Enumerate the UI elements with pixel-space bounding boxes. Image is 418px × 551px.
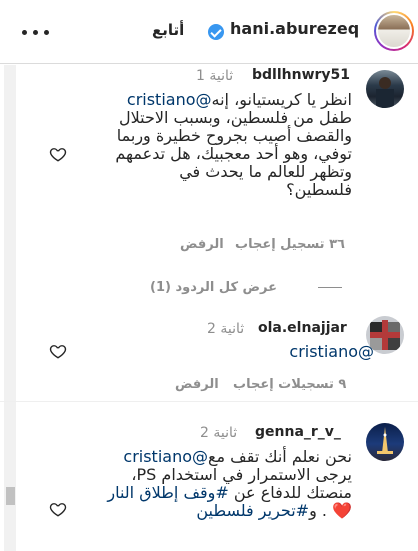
more-icon: [22, 30, 27, 35]
divider: [0, 401, 418, 402]
comment-line: يرجى الاستمرار في استخدام PS،: [131, 465, 352, 484]
comment-text: انظر يا كريستيانو، إنه@cristiano طفل من …: [52, 91, 352, 199]
header-avatar[interactable]: [374, 11, 414, 51]
follow-button[interactable]: أتابع: [152, 21, 184, 39]
comment-line: وتظهر للعالم ما يحدث في: [179, 162, 352, 181]
more-icon-dot: [44, 30, 49, 35]
comment-line: طفل من فلسطين، وبسبب الاحتلال: [118, 108, 352, 127]
reject-button[interactable]: الرفض: [175, 377, 219, 392]
comment-time[interactable]: 1 ثانية: [196, 68, 233, 84]
comment-time[interactable]: 2 ثانية: [207, 321, 244, 337]
like-heart-icon[interactable]: [49, 145, 67, 163]
comment-text-part: انظر يا كريستيانو، إنه: [211, 90, 353, 109]
comment-text-part: . و: [309, 501, 327, 520]
more-icon-dot: [33, 30, 38, 35]
comment-item: 2 ثانية ola.elnajjar @cristiano الرفض ٩ …: [0, 311, 418, 401]
heart-emoji: ❤️: [332, 501, 352, 520]
comment-text: @cristiano: [174, 343, 374, 361]
reject-button[interactable]: الرفض: [180, 237, 224, 252]
post-header: أتابع hani.aburezeq: [0, 0, 418, 64]
like-count[interactable]: ٩ تسجيلات إعجاب: [233, 377, 346, 392]
comment-item: 2 ثانية genna_r_v_ نحن نعلم أنك تقف مع@c…: [0, 414, 418, 551]
comment-text-part: نحن نعلم أنك تقف مع: [208, 447, 352, 466]
view-replies-button[interactable]: عرض كل الردود (1): [150, 280, 277, 295]
mention-link[interactable]: @cristiano: [127, 90, 212, 109]
comment-item: 1 ثانية bdllhnwry51 انظر يا كريستيانو، إ…: [0, 65, 418, 280]
avatar[interactable]: [366, 70, 404, 108]
comment-username[interactable]: bdllhnwry51: [252, 67, 350, 83]
header-username[interactable]: hani.aburezeq: [230, 19, 359, 38]
hashtag-link[interactable]: #تحرير فلسطين: [196, 501, 309, 520]
like-count[interactable]: ٣٦ تسجيل إعجاب: [235, 237, 345, 252]
comment-username[interactable]: ola.elnajjar: [258, 320, 347, 336]
like-heart-icon[interactable]: [49, 342, 67, 360]
replies-divider: [318, 287, 342, 288]
mention-link[interactable]: @cristiano: [289, 342, 374, 361]
mention-link[interactable]: @cristiano: [123, 447, 208, 466]
like-heart-icon[interactable]: [49, 500, 67, 518]
hashtag-link[interactable]: #وقف إطلاق النار: [107, 483, 228, 502]
comments-feed: 1 ثانية bdllhnwry51 انظر يا كريستيانو، إ…: [0, 65, 418, 551]
comment-line: والقصف أصيب بجروح خطيرة وربما: [116, 126, 352, 145]
comment-username[interactable]: genna_r_v_: [255, 424, 341, 440]
comment-line: توفي، وهو أحد معجبيك، هل تدعمهم: [115, 144, 352, 163]
comment-text: نحن نعلم أنك تقف مع@cristiano يرجى الاست…: [52, 448, 352, 520]
comment-line: فلسطين؟: [286, 180, 352, 199]
comment-time[interactable]: 2 ثانية: [200, 425, 237, 441]
avatar[interactable]: [366, 423, 404, 461]
more-options-button[interactable]: [22, 22, 52, 42]
comment-text-part: منصتك للدفاع عن: [233, 483, 352, 502]
verified-badge-icon: [208, 24, 224, 40]
